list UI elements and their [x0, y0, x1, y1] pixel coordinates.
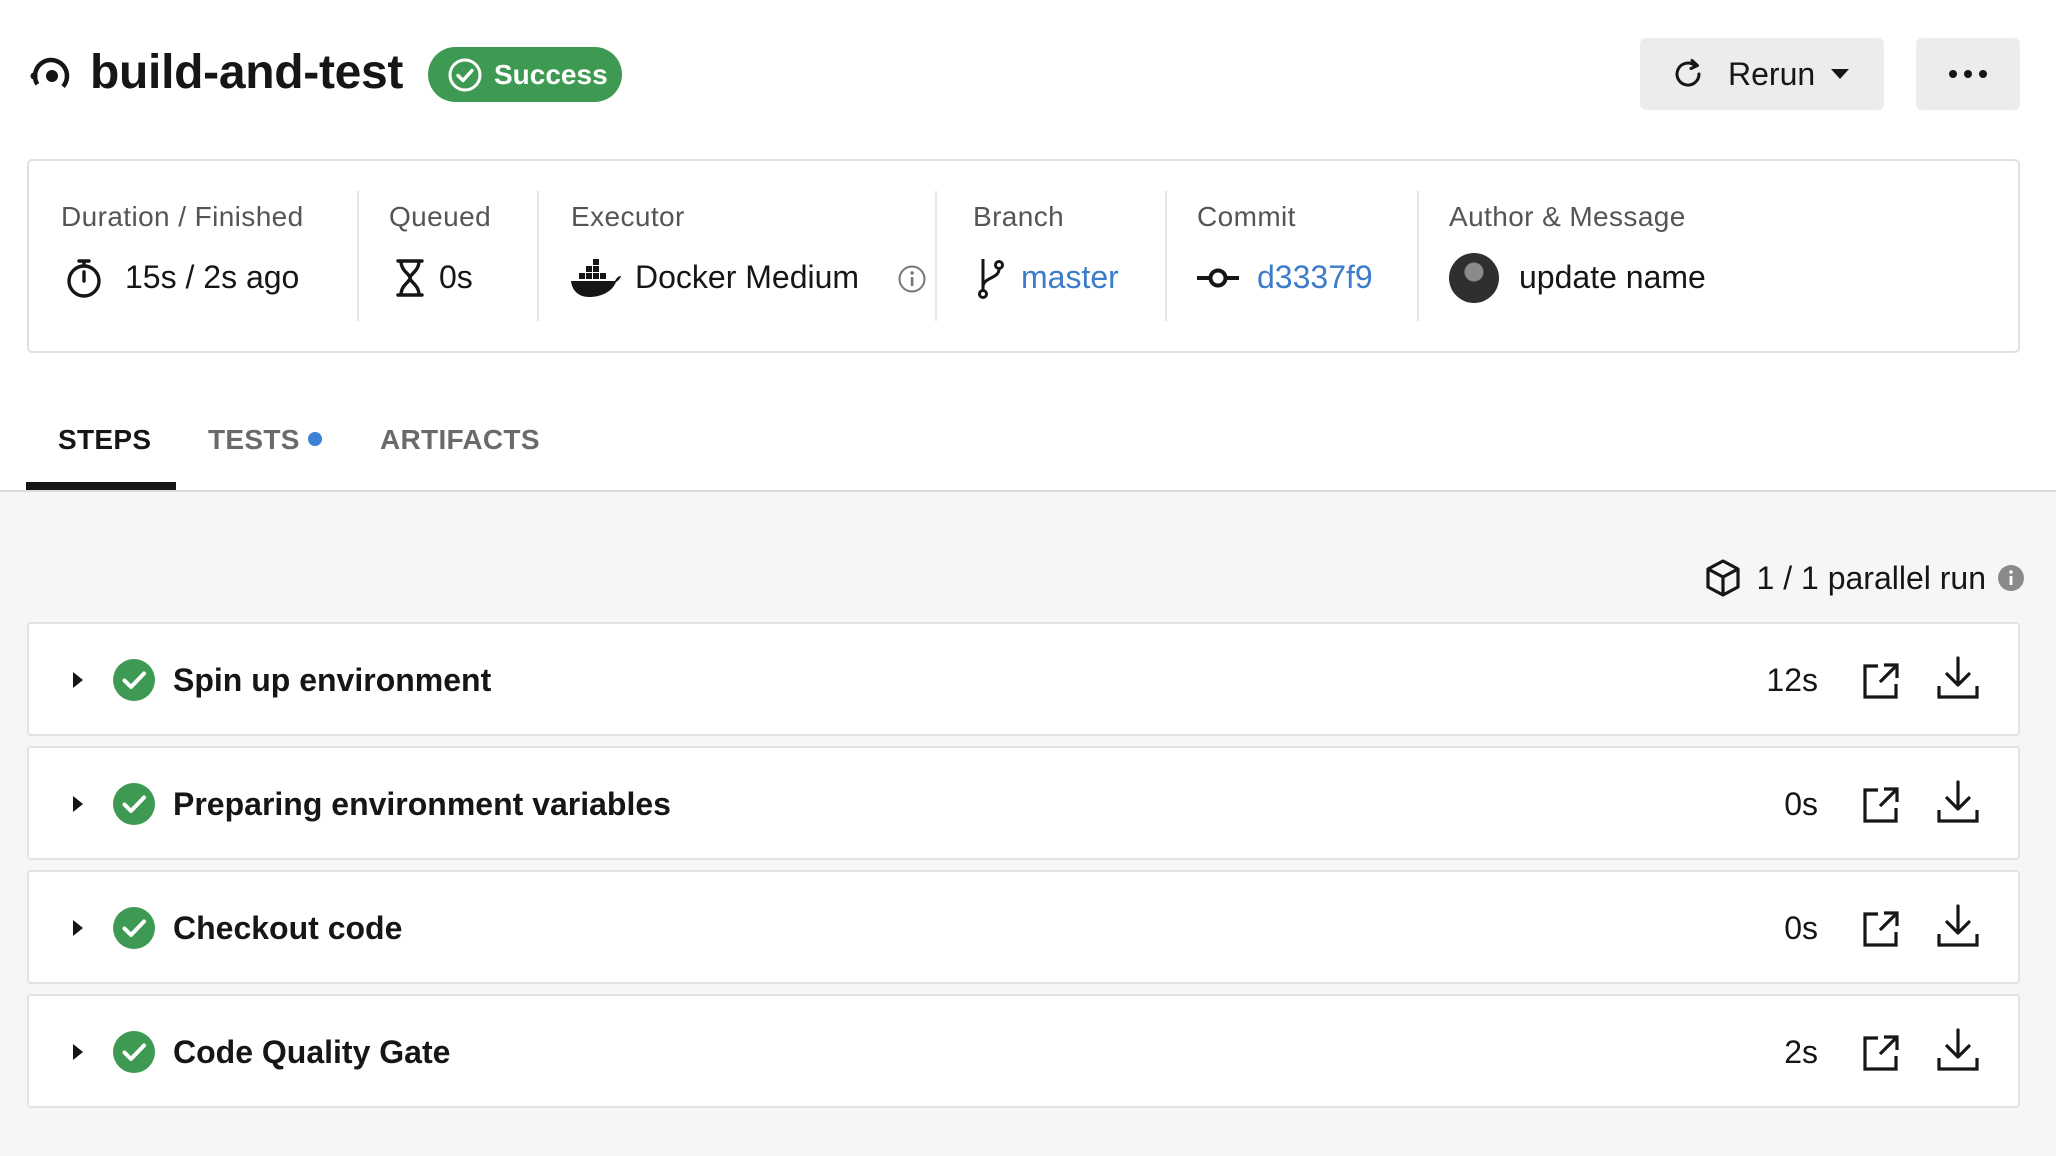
step-name: Preparing environment variables	[173, 786, 671, 822]
expand-caret-icon[interactable]	[71, 918, 85, 938]
queued-section: Queued 0s	[359, 161, 537, 351]
duration-section: Duration / Finished 15s / 2s ago	[29, 161, 357, 351]
expand-caret-icon[interactable]	[71, 1042, 85, 1062]
commit-message: update name	[1519, 259, 1706, 295]
success-check-icon	[113, 783, 155, 825]
executor-label: Executor	[571, 201, 685, 232]
tab-steps-label: STEPS	[58, 424, 152, 455]
step-row-checkout-code[interactable]: Checkout code 0s	[27, 870, 2020, 984]
queued-value: 0s	[439, 259, 473, 295]
job-info-card: Duration / Finished 15s / 2s ago Queued …	[27, 159, 2020, 353]
rerun-label: Rerun	[1728, 55, 1816, 92]
stopwatch-icon	[67, 259, 101, 298]
step-duration: 12s	[1766, 662, 1818, 698]
refresh-icon	[1675, 59, 1701, 87]
step-name: Spin up environment	[173, 662, 492, 698]
tab-steps[interactable]: STEPS	[58, 424, 151, 456]
commit-link[interactable]: d3337f9	[1257, 257, 1373, 297]
check-circle-icon	[448, 58, 482, 91]
job-header: build-and-test Success Rerun	[0, 0, 2056, 150]
info-icon[interactable]	[897, 264, 927, 294]
executor-section: Executor Docker Medium	[539, 161, 935, 351]
success-check-icon	[113, 659, 155, 701]
rerun-button[interactable]: Rerun	[1640, 38, 1884, 110]
success-check-icon	[113, 907, 155, 949]
parallel-run-indicator: 1 / 1 parallel run	[1703, 558, 2024, 598]
queued-label: Queued	[389, 201, 492, 232]
open-external-icon[interactable]	[1862, 662, 1900, 700]
tab-artifacts-label: ARTIFACTS	[380, 424, 540, 455]
status-badge: Success	[428, 47, 622, 102]
ellipsis-icon	[1949, 70, 1987, 78]
expand-caret-icon[interactable]	[71, 794, 85, 814]
step-name: Code Quality Gate	[173, 1034, 451, 1070]
status-label: Success	[494, 58, 608, 90]
open-external-icon[interactable]	[1862, 786, 1900, 824]
commit-label: Commit	[1197, 201, 1296, 232]
cube-icon	[1705, 559, 1740, 597]
step-name: Checkout code	[173, 910, 403, 946]
hourglass-icon	[396, 259, 424, 297]
executor-value: Docker Medium	[635, 259, 860, 295]
branch-link[interactable]: master	[1021, 257, 1119, 297]
open-external-icon[interactable]	[1862, 910, 1900, 948]
tab-artifacts[interactable]: ARTIFACTS	[380, 424, 540, 456]
download-icon[interactable]	[1936, 904, 1980, 948]
steps-panel: 1 / 1 parallel run Spin up environment 1…	[0, 492, 2056, 1156]
pipeline-job-icon	[30, 57, 70, 95]
download-icon[interactable]	[1936, 1028, 1980, 1072]
step-row-preparing-environment-variables[interactable]: Preparing environment variables 0s	[27, 746, 2020, 860]
step-duration: 0s	[1784, 786, 1818, 822]
author-section: Author & Message update name	[1419, 161, 2009, 351]
job-title: build-and-test	[90, 46, 404, 99]
step-row-spin-up-environment[interactable]: Spin up environment 12s	[27, 622, 2020, 736]
more-options-button[interactable]	[1916, 38, 2020, 110]
step-duration: 2s	[1784, 1034, 1818, 1070]
success-check-icon	[113, 1031, 155, 1073]
download-icon[interactable]	[1936, 780, 1980, 824]
avatar[interactable]	[1449, 253, 1499, 303]
branch-icon	[978, 259, 1004, 299]
duration-label: Duration / Finished	[61, 201, 304, 232]
caret-down-icon	[1831, 69, 1850, 79]
docker-icon	[571, 259, 621, 297]
tab-tests-label: TESTS	[208, 424, 300, 455]
duration-value: 15s / 2s ago	[125, 259, 300, 295]
open-external-icon[interactable]	[1862, 1034, 1900, 1072]
job-tabs: STEPS TESTS ARTIFACTS	[0, 410, 2056, 492]
branch-section: Branch master	[937, 161, 1165, 351]
commit-icon	[1197, 268, 1239, 288]
info-icon[interactable]	[1998, 565, 2024, 591]
active-tab-indicator	[26, 482, 176, 490]
tab-tests[interactable]: TESTS	[208, 424, 322, 456]
parallel-run-text: 1 / 1 parallel run	[1756, 559, 1986, 596]
new-indicator-dot	[307, 432, 322, 446]
author-label: Author & Message	[1449, 201, 1686, 232]
expand-caret-icon[interactable]	[71, 670, 85, 690]
step-row-code-quality-gate[interactable]: Code Quality Gate 2s	[27, 994, 2020, 1108]
download-icon[interactable]	[1936, 656, 1980, 700]
commit-section: Commit d3337f9	[1167, 161, 1417, 351]
step-duration: 0s	[1784, 910, 1818, 946]
branch-label: Branch	[973, 201, 1065, 232]
